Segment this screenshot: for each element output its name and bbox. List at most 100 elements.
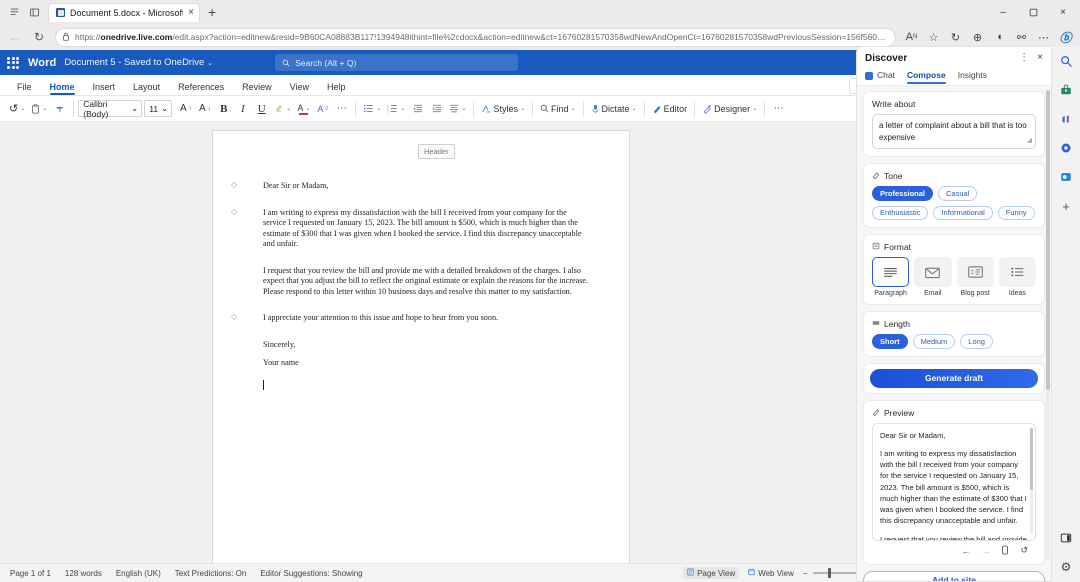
underline-button[interactable]: U (252, 99, 271, 119)
document-body[interactable]: ◇ Dear Sir or Madam, ◇ I am writing to e… (263, 181, 591, 395)
undo-button[interactable]: ↺⌄ (6, 99, 28, 119)
clear-formatting-button[interactable]: A◊ (313, 99, 332, 119)
previous-draft-button[interactable]: ← (961, 546, 970, 556)
text-predictions-status[interactable]: Text Predictions: On (175, 569, 247, 578)
shopping-icon[interactable] (1057, 81, 1075, 99)
search-sidebar-icon[interactable] (1057, 52, 1075, 70)
resize-grip-icon[interactable]: ◢ (1027, 136, 1032, 146)
preview-text-area[interactable]: Dear Sir or Madam, I am writing to expre… (872, 423, 1036, 541)
bing-copilot-icon[interactable]: ⓑ (1055, 27, 1076, 48)
tab-layout[interactable]: Layout (124, 83, 169, 95)
paste-button[interactable]: ⌄ (28, 99, 50, 119)
tools-icon[interactable] (1057, 110, 1075, 128)
toolbar-overflow-button[interactable]: ⋯ (769, 99, 788, 119)
minimize-button[interactable]: – (988, 1, 1018, 23)
editor-suggestions-status[interactable]: Editor Suggestions: Showing (260, 569, 362, 578)
font-size-select[interactable]: 11⌄ (144, 100, 172, 117)
tab-review[interactable]: Review (233, 83, 281, 95)
favorite-star-icon[interactable]: ☆ (923, 27, 944, 48)
tab-file[interactable]: File (8, 83, 41, 95)
add-to-site-button[interactable]: Add to site (863, 571, 1045, 581)
maximize-button[interactable] (1018, 1, 1048, 23)
italic-button[interactable]: I (233, 99, 252, 119)
browser-tab[interactable]: Document 5.docx - Microsoft × (48, 3, 200, 22)
length-chip-medium[interactable]: Medium (913, 334, 956, 349)
zoom-thumb[interactable] (828, 568, 831, 578)
tab-references[interactable]: References (169, 83, 233, 95)
word-count[interactable]: 128 words (65, 569, 102, 578)
numbering-button[interactable]: 123 ⌄ (384, 99, 408, 119)
document-page[interactable]: ◇ Dear Sir or Madam, ◇ I am writing to e… (212, 130, 630, 563)
bold-button[interactable]: B (214, 99, 233, 119)
shrink-font-button[interactable]: A↓ (195, 99, 214, 119)
close-icon[interactable]: × (188, 8, 194, 18)
outlook-icon[interactable] (1057, 168, 1075, 186)
dictate-button[interactable]: Dictate⌄ (588, 99, 640, 119)
document-name[interactable]: Document 5 - Saved to OneDrive⌄ (64, 57, 213, 68)
more-options-icon[interactable]: ⋮ (1019, 53, 1029, 63)
language-indicator[interactable]: English (UK) (116, 569, 161, 578)
app-launcher-icon[interactable] (6, 56, 20, 70)
bullets-button[interactable]: ⌄ (360, 99, 384, 119)
format-option-paragraph[interactable]: Paragraph (872, 257, 909, 297)
editor-button[interactable]: Editor (649, 99, 691, 119)
font-more-button[interactable]: ⋯ (332, 99, 351, 119)
align-button[interactable]: ⌄ (446, 99, 469, 119)
tab-chat[interactable]: Chat (865, 71, 895, 83)
length-chip-long[interactable]: Long (960, 334, 993, 349)
word-search-box[interactable]: Search (Alt + Q) (275, 54, 518, 71)
tone-chip-funny[interactable]: Funny (998, 206, 1035, 221)
styles-button[interactable]: Styles⌄ (478, 99, 528, 119)
format-option-email[interactable]: Email (914, 257, 951, 297)
write-about-input[interactable]: a letter of complaint about a bill that … (872, 114, 1036, 149)
decrease-indent-button[interactable] (408, 99, 427, 119)
tab-insights[interactable]: Insights (958, 71, 987, 83)
sidebar-settings-icon[interactable]: ⚙ (1057, 558, 1075, 576)
page-count[interactable]: Page 1 of 1 (10, 569, 51, 578)
tone-chip-informational[interactable]: Informational (933, 206, 992, 221)
format-option-ideas[interactable]: Ideas (999, 257, 1036, 297)
read-aloud-icon[interactable]: AN (901, 27, 922, 48)
close-window-button[interactable]: × (1048, 1, 1078, 23)
find-button[interactable]: Find⌄ (537, 99, 579, 119)
grow-font-button[interactable]: A↑ (176, 99, 195, 119)
highlight-color-button[interactable]: ⌄ (271, 99, 294, 119)
office-icon[interactable] (1057, 139, 1075, 157)
header-label[interactable]: Header (418, 144, 455, 159)
format-painter-button[interactable] (50, 99, 69, 119)
designer-button[interactable]: Designer⌄ (699, 99, 760, 119)
generate-draft-button[interactable]: Generate draft (870, 369, 1038, 388)
close-icon[interactable]: × (1037, 53, 1043, 63)
increase-indent-button[interactable] (427, 99, 446, 119)
reload-icon[interactable]: ↻ (28, 26, 50, 48)
sidebar-toggle-icon[interactable] (1057, 529, 1075, 547)
next-draft-button[interactable]: → (981, 546, 990, 556)
back-icon[interactable]: ← (4, 26, 26, 48)
settings-more-icon[interactable]: ⋯ (1033, 27, 1054, 48)
tab-view[interactable]: View (281, 83, 318, 95)
page-view-button[interactable]: Page View (683, 567, 739, 579)
split-screen-icon[interactable]: ⚯ (1011, 27, 1032, 48)
refresh-circle-icon[interactable]: ↻ (945, 27, 966, 48)
collections-icon[interactable]: ⊕ (967, 27, 988, 48)
tab-help[interactable]: Help (318, 83, 355, 95)
tab-home[interactable]: Home (41, 83, 84, 95)
length-chip-short[interactable]: Short (872, 334, 908, 349)
tab-search-icon[interactable] (4, 2, 24, 22)
browser-essentials-icon[interactable]: ◖ (989, 27, 1010, 48)
preview-scrollbar[interactable] (1030, 428, 1033, 534)
tone-chip-enthusiastic[interactable]: Enthusiastic (872, 206, 928, 221)
add-sidebar-icon[interactable]: + (1057, 197, 1075, 215)
address-bar[interactable]: https://onedrive.live.com/edit.aspx?acti… (55, 28, 896, 47)
tab-insert[interactable]: Insert (84, 83, 125, 95)
font-name-select[interactable]: Calibri (Body)⌄ (78, 100, 142, 117)
copy-button[interactable] (1001, 545, 1009, 557)
tab-overview-icon[interactable] (24, 2, 44, 22)
font-color-button[interactable]: A ⌄ (294, 99, 313, 119)
tone-chip-casual[interactable]: Casual (938, 186, 977, 201)
tab-compose[interactable]: Compose (907, 71, 946, 83)
tone-chip-professional[interactable]: Professional (872, 186, 933, 201)
web-view-button[interactable]: Web View (748, 568, 794, 578)
format-option-blogpost[interactable]: Blog post (957, 257, 994, 297)
discover-scrollbar[interactable] (1046, 90, 1050, 560)
